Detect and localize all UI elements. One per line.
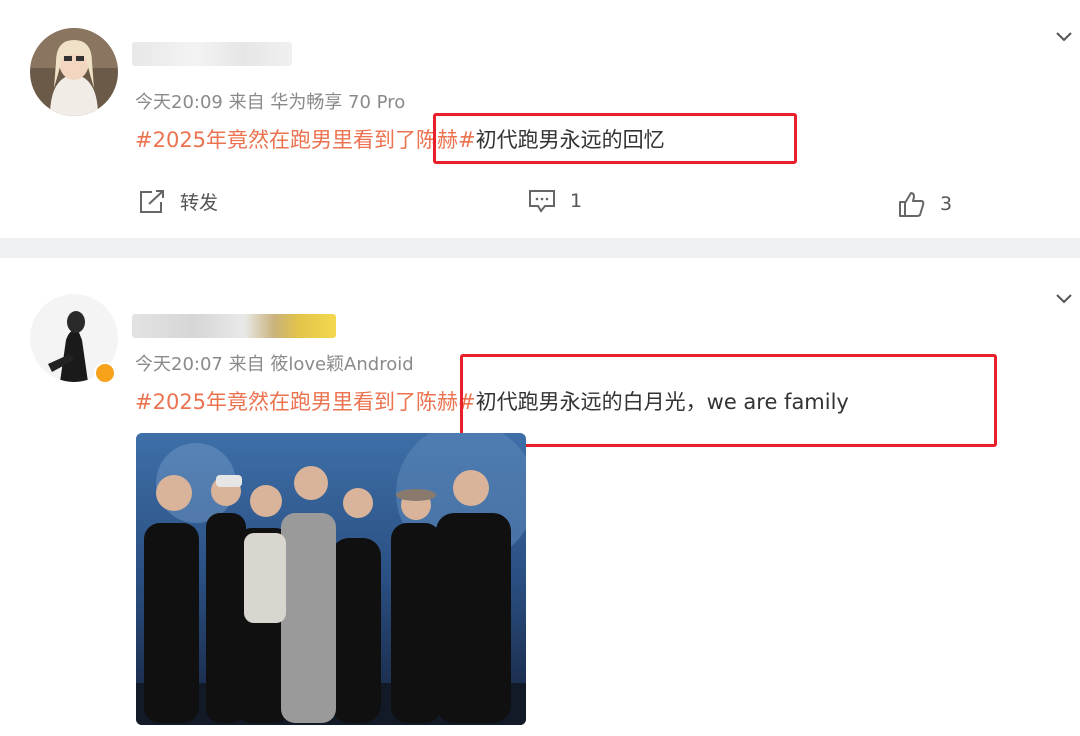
comment-icon [529,190,555,213]
post-card: 今天20:07 来自 筱love颖Android #2025年竟然在跑男里看到了… [0,258,1080,736]
post-meta: 今天20:09 来自 华为畅享 70 Pro [135,92,406,113]
highlight-box [433,113,797,164]
chevron-down-icon[interactable] [1054,288,1074,308]
avatar[interactable] [30,28,118,116]
username-blurred[interactable] [132,314,336,338]
like-icon [899,192,925,217]
post-card: 今天20:09 来自 华为畅享 70 Pro #2025年竟然在跑男里看到了陈赫… [0,0,1080,238]
comment-button[interactable]: 1 [528,188,582,214]
post-meta: 今天20:07 来自 筱love颖Android [135,354,414,375]
repost-button[interactable]: 转发 [138,188,218,215]
topic-link[interactable]: #2025年竟然在跑男里看到了陈赫# [135,128,476,152]
topic-link[interactable]: #2025年竟然在跑男里看到了陈赫# [135,390,476,414]
chevron-down-icon[interactable] [1054,26,1074,46]
repost-icon [140,189,164,213]
verified-badge-icon [94,362,116,384]
like-button[interactable]: 3 [898,190,952,218]
comment-count: 1 [570,190,583,212]
highlight-box [460,354,997,447]
post-image[interactable] [136,433,526,725]
like-count: 3 [940,193,953,215]
username-blurred[interactable] [132,42,292,66]
repost-label: 转发 [180,192,219,214]
